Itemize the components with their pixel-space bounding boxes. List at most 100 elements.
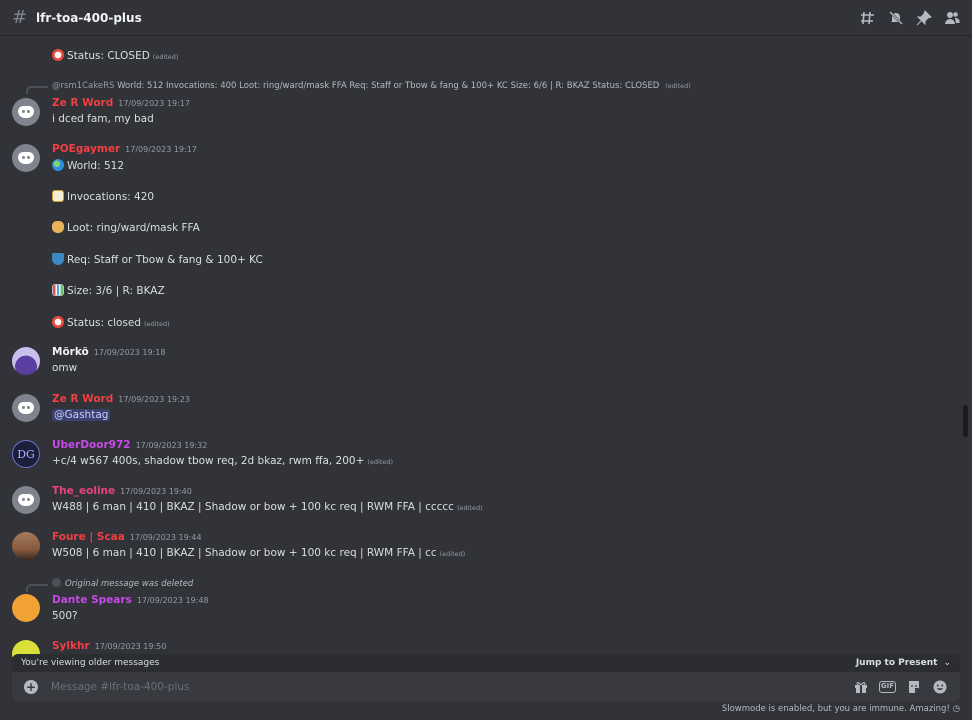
timer-icon: ◷ <box>952 704 960 714</box>
list-item: DG UberDoor972 17/09/2023 19:32 +c/4 w567… <box>0 439 960 473</box>
edited-tag: (edited) <box>665 82 691 90</box>
timestamp: 17/09/2023 19:40 <box>120 487 192 496</box>
avatar[interactable] <box>12 347 40 375</box>
timestamp: 17/09/2023 19:23 <box>118 395 190 404</box>
message-text: Loot: ring/ward/mask FFA <box>67 222 200 234</box>
timestamp: 17/09/2023 19:18 <box>93 348 166 357</box>
message-text: Size: 3/6 | R: BKAZ <box>67 285 165 297</box>
edited-tag: (edited) <box>144 320 170 328</box>
gift-icon[interactable] <box>853 680 869 694</box>
alarm-clock-icon <box>52 316 64 328</box>
alarm-clock-icon <box>52 49 64 61</box>
message-text: Invocations: 420 <box>67 191 155 203</box>
older-messages-bar: You're viewing older messages Jump to Pr… <box>12 654 960 672</box>
upload-plus-icon[interactable]: + <box>24 680 38 694</box>
mute-icon[interactable] <box>888 10 904 26</box>
composer-tools: GIF <box>853 680 948 694</box>
list-item: Status: CLOSED (edited) <box>0 49 960 65</box>
list-item: Original message was deleted Dante Spear… <box>0 577 960 627</box>
message-text: Status: CLOSED <box>67 50 150 62</box>
reply-spine <box>26 584 48 592</box>
message-text: W508 | 6 man | 410 | BKAZ | Shadow or bo… <box>52 547 437 559</box>
timestamp: 17/09/2023 19:17 <box>118 99 190 108</box>
channel-header: # lfr-toa-400-plus <box>0 0 972 36</box>
username[interactable]: Dante Spears <box>52 594 132 606</box>
reply-reference: Original message was deleted <box>52 578 193 589</box>
timestamp: 17/09/2023 19:32 <box>135 441 208 450</box>
reply-reference[interactable]: @rsm1CakeRS World: 512 Invocations: 400 … <box>52 81 691 91</box>
scrollbar-thumb[interactable] <box>963 405 968 437</box>
list-item: Ze R Word 17/09/2023 19:23 @Gashtag <box>0 393 960 427</box>
chevron-down-icon[interactable]: ⌄ <box>943 658 951 668</box>
globe-icon <box>52 159 64 171</box>
slowmode-text: Slowmode is enabled, but you are immune.… <box>721 704 950 714</box>
username[interactable]: Foure | Scaa <box>52 531 125 543</box>
reply-text: Original message was deleted <box>65 579 194 589</box>
list-item: POEgaymer 17/09/2023 19:17 World: 512 Inv… <box>0 143 960 333</box>
message-input[interactable] <box>51 681 853 693</box>
avatar[interactable] <box>12 98 40 126</box>
bar-chart-icon <box>52 284 64 296</box>
avatar[interactable] <box>12 144 40 172</box>
username[interactable]: The_eoline <box>52 485 115 497</box>
message-text: 500? <box>52 610 78 622</box>
emoji-icon[interactable] <box>932 680 948 694</box>
discord-logo-icon <box>18 106 34 118</box>
avatar[interactable] <box>12 394 40 422</box>
edited-tag: (edited) <box>456 504 483 512</box>
memo-icon <box>52 190 64 202</box>
sticker-icon[interactable] <box>906 680 922 694</box>
avatar[interactable] <box>12 486 40 514</box>
channel-name: lfr-toa-400-plus <box>36 10 142 25</box>
reply-arrow-icon <box>52 578 61 587</box>
pin-icon[interactable] <box>916 9 932 26</box>
message-composer: + GIF <box>12 672 960 702</box>
edited-tag: (edited) <box>439 550 466 558</box>
avatar[interactable]: DG <box>12 440 40 468</box>
username[interactable]: POEgaymer <box>52 143 120 155</box>
username[interactable]: Sylkhr <box>52 640 90 652</box>
channel-hash-icon: # <box>12 7 28 28</box>
message-text: +c/4 w567 400s, shadow tbow req, 2d bkaz… <box>52 455 365 467</box>
header-toolbar <box>860 9 960 26</box>
user-mention[interactable]: @Gashtag <box>52 409 111 421</box>
money-bag-icon <box>52 221 64 233</box>
avatar[interactable] <box>12 594 40 622</box>
gif-button[interactable]: GIF <box>879 681 896 693</box>
reply-text: World: 512 Invocations: 400 Loot: ring/w… <box>117 81 660 91</box>
shield-icon <box>52 253 64 265</box>
timestamp: 17/09/2023 19:17 <box>125 145 197 154</box>
message-text: W488 | 6 man | 410 | BKAZ | Shadow or bo… <box>52 501 454 513</box>
discord-logo-icon <box>18 494 34 506</box>
list-item: Mörkö 17/09/2023 19:18 omw <box>0 346 960 380</box>
reply-spine <box>26 86 48 94</box>
threads-icon[interactable] <box>860 10 876 26</box>
message-text: Status: closed <box>67 317 142 329</box>
message-text: i dced fam, my bad <box>52 113 154 125</box>
avatar-monogram: DG <box>17 447 35 461</box>
list-item: Foure | Scaa 17/09/2023 19:44 W508 | 6 ma… <box>0 531 960 565</box>
members-icon[interactable] <box>944 10 960 26</box>
username[interactable]: Mörkö <box>52 346 89 358</box>
discord-logo-icon <box>18 402 34 414</box>
timestamp: 17/09/2023 19:50 <box>94 642 167 651</box>
message-text: Req: Staff or Tbow & fang & 100+ KC <box>67 254 263 266</box>
slowmode-notice: Slowmode is enabled, but you are immune.… <box>722 704 960 714</box>
reply-author: @rsm1CakeRS <box>52 81 115 91</box>
list-item: @rsm1CakeRS World: 512 Invocations: 400 … <box>0 79 960 129</box>
edited-tag: (edited) <box>367 458 394 466</box>
avatar[interactable] <box>12 532 40 560</box>
discord-logo-icon <box>18 152 34 164</box>
timestamp: 17/09/2023 19:44 <box>129 533 202 542</box>
older-messages-text: You're viewing older messages <box>21 658 160 668</box>
edited-tag: (edited) <box>152 53 179 61</box>
username[interactable]: Ze R Word <box>52 97 113 109</box>
username[interactable]: Ze R Word <box>52 393 113 405</box>
jump-to-present-button[interactable]: Jump to Present <box>856 658 938 668</box>
username[interactable]: UberDoor972 <box>52 439 131 451</box>
message-list[interactable]: Status: CLOSED (edited) @rsm1CakeRS World… <box>0 37 972 657</box>
message-text: World: 512 <box>67 160 125 172</box>
message-text: omw <box>52 362 78 374</box>
list-item: The_eoline 17/09/2023 19:40 W488 | 6 man … <box>0 485 960 519</box>
timestamp: 17/09/2023 19:48 <box>136 596 209 605</box>
